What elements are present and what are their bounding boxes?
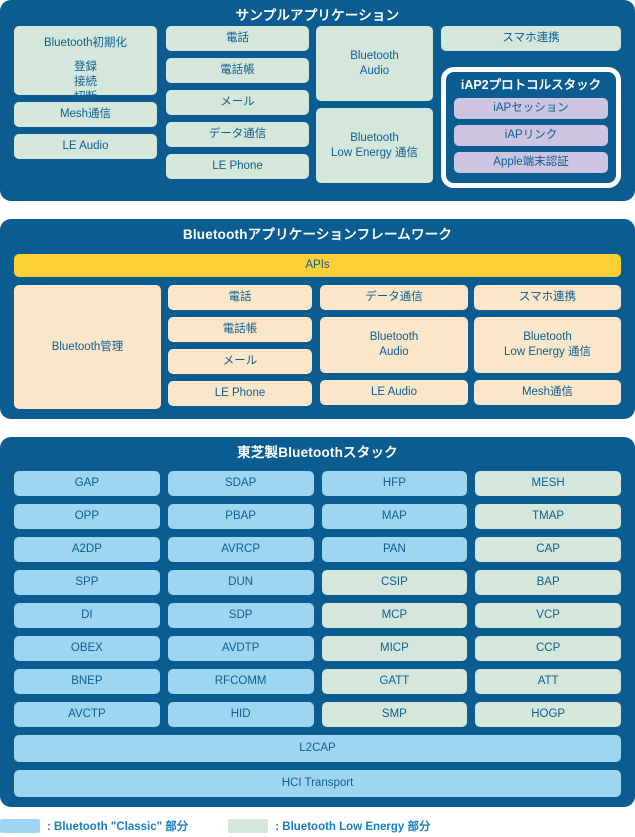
stack-box-rfcomm: RFCOMM [167,669,314,694]
panel-bluetooth-application-framework: Bluetoothアプリケーションフレームワーク Bluetooth管理 電話 … [0,219,635,419]
framework-column-4: スマホ連携 Bluetooth Low Energy 通信 Mesh通信 [474,285,621,409]
box-framework-phone: 電話 [168,285,312,310]
box-data-communication: データ通信 [166,122,309,147]
sample-column-2: 電話 電話帳 メール データ通信 LE Phone [166,26,309,193]
sample-column-1: Bluetooth初期化 登録 接続 切断 Mesh通信 LE Audio [14,26,157,193]
box-phone: 電話 [166,26,309,51]
stack-box-micp: MICP [321,636,468,661]
box-smartphone-link: スマホ連携 [441,26,621,51]
box-framework-mesh-communication: Mesh通信 [474,380,621,405]
panel-stack-title: 東芝製Bluetoothスタック [237,445,398,460]
box-framework-data-communication: データ通信 [320,285,468,310]
box-bluetooth-initialization-lines: 登録 接続 切断 [74,60,97,104]
box-bluetooth-management: Bluetooth管理 [14,285,161,409]
legend-item-classic: : Bluetooth "Classic" 部分 [0,818,188,834]
panel-sample-application: サンプルアプリケーション Bluetooth初期化 登録 接続 切断 Mesh通信 … [0,0,635,201]
panel-toshiba-bluetooth-stack: 東芝製Bluetoothスタック GAP SDAP HFP MESH OPP PBAP MA… [0,437,635,807]
box-framework-le-phone: LE Phone [168,381,312,406]
stack-box-cap: CAP [475,537,621,562]
framework-column-3: データ通信 Bluetooth Audio LE Audio [320,285,468,409]
stack-box-di: DI [14,603,160,628]
sample-column-4: スマホ連携 [441,26,621,51]
box-le-audio: LE Audio [14,134,157,159]
stack-box-sdp: SDP [167,603,314,628]
stack-box-tmap: TMAP [475,504,621,529]
panel-iap2-protocol-stack: iAP2プロトコルスタック iAPセッション iAPリンク Apple端末認証 [441,67,621,188]
box-iap-link: iAPリンク [454,124,608,146]
box-mail: メール [166,90,309,115]
stack-box-smp: SMP [321,702,468,727]
stack-box-gatt: GATT [321,669,468,694]
legend-label-low-energy: : Bluetooth Low Energy 部分 [275,821,431,833]
framework-column-1: Bluetooth管理 [14,285,161,409]
box-bluetooth-audio: Bluetooth Audio [316,26,433,101]
legend-label-classic: : Bluetooth "Classic" 部分 [47,821,189,833]
box-bluetooth-low-energy-communication: Bluetooth Low Energy 通信 [316,108,433,183]
box-apis: APIs [14,254,621,277]
stack-box-hid: HID [167,702,314,727]
stack-box-att: ATT [475,669,621,694]
legend-swatch-classic-icon [0,819,40,833]
iap2-item-list: iAPセッション iAPリンク Apple端末認証 [446,97,616,173]
stack-box-spp: SPP [14,570,160,595]
panel-framework-title: Bluetoothアプリケーションフレームワーク [182,227,453,242]
stack-box-sdap: SDAP [167,471,314,496]
box-iap-session: iAPセッション [454,97,608,119]
box-framework-mail: メール [168,349,312,374]
framework-column-2: 電話 電話帳 メール LE Phone [168,285,312,409]
stack-box-hogp: HOGP [475,702,621,727]
box-mesh-communication: Mesh通信 [14,102,157,127]
stack-box-bnep: BNEP [14,669,160,694]
box-framework-le-audio: LE Audio [320,380,468,405]
stack-box-ccp: CCP [475,636,621,661]
box-framework-bluetooth-low-energy-communication: Bluetooth Low Energy 通信 [474,317,621,373]
stack-box-hci-transport: HCI Transport [14,770,621,797]
stack-box-hfp: HFP [321,471,468,496]
stack-box-mcp: MCP [321,603,468,628]
box-bluetooth-initialization: Bluetooth初期化 登録 接続 切断 [14,26,157,103]
box-bluetooth-initialization-heading: Bluetooth初期化 [43,37,128,49]
stack-box-avctp: AVCTP [14,702,160,727]
stack-box-l2cap: L2CAP [14,735,621,762]
panel-iap2-protocol-stack-title: iAP2プロトコルスタック [460,78,602,92]
stack-box-csip: CSIP [321,570,468,595]
framework-body: Bluetooth管理 電話 電話帳 メール LE Phone データ通信 Bl… [0,285,635,409]
stack-box-gap: GAP [14,471,160,496]
stack-box-pbap: PBAP [167,504,314,529]
box-phonebook: 電話帳 [166,58,309,83]
stack-box-avdtp: AVDTP [167,636,314,661]
stack-box-avrcp: AVRCP [167,537,314,562]
legend-swatch-low-energy-icon [228,819,269,833]
stack-box-obex: OBEX [14,636,160,661]
stack-box-a2dp: A2DP [14,537,160,562]
stack-box-map: MAP [321,504,468,529]
diagram-root: サンプルアプリケーション Bluetooth初期化 登録 接続 切断 Mesh通信 … [0,0,635,837]
box-framework-smartphone-link: スマホ連携 [474,285,621,310]
box-le-phone: LE Phone [166,154,309,179]
legend-item-low-energy: : Bluetooth Low Energy 部分 [228,818,431,834]
stack-shared-layers: L2CAP HCI Transport [14,735,621,797]
stack-box-mesh: MESH [475,471,621,496]
stack-box-opp: OPP [14,504,160,529]
box-framework-phonebook: 電話帳 [168,317,312,342]
box-apple-device-authentication: Apple端末認証 [454,151,608,173]
stack-box-dun: DUN [167,570,314,595]
sample-column-3: Bluetooth Audio Bluetooth Low Energy 通信 [316,26,433,193]
stack-protocol-grid: GAP SDAP HFP MESH OPP PBAP MAP TMAP A2DP AVRCP PAN… [14,471,621,727]
stack-box-bap: BAP [475,570,621,595]
legend: : Bluetooth "Classic" 部分 : Bluetooth Low… [0,815,635,837]
stack-box-vcp: VCP [475,603,621,628]
stack-box-pan: PAN [321,537,468,562]
box-framework-bluetooth-audio: Bluetooth Audio [320,317,468,373]
